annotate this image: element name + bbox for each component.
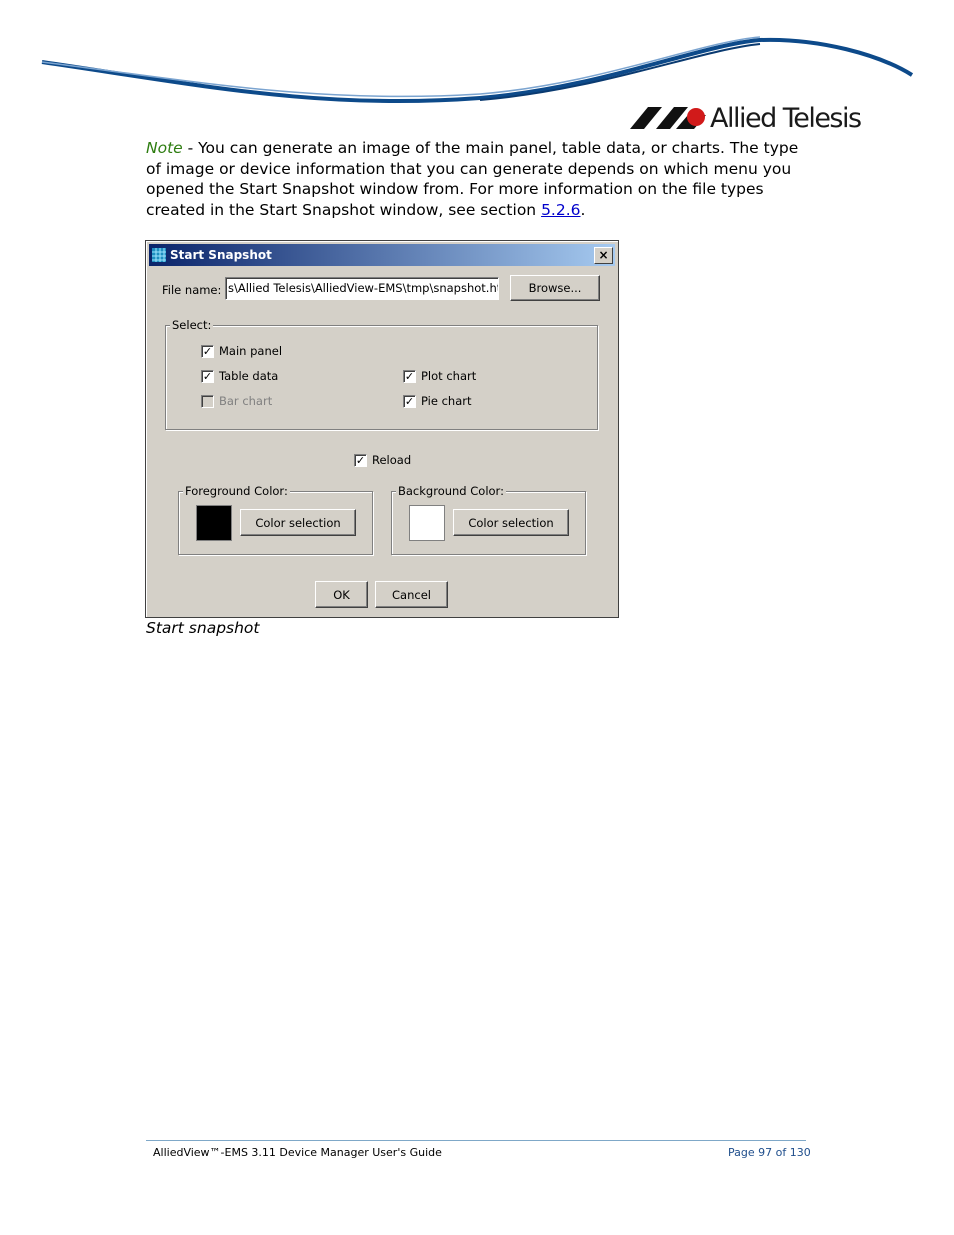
pie-chart-label: Pie chart <box>421 394 472 408</box>
dialog-title: Start Snapshot <box>170 248 272 262</box>
table-data-checkbox[interactable]: ✓ Table data <box>201 369 278 383</box>
foreground-color-label: Foreground Color: <box>183 484 290 498</box>
cancel-button[interactable]: Cancel <box>375 581 448 608</box>
close-icon: × <box>598 248 609 262</box>
file-name-label: File name: <box>162 283 222 297</box>
table-data-label: Table data <box>219 369 279 383</box>
footer-guide-title: AlliedView™-EMS 3.11 Device Manager User… <box>153 1146 442 1159</box>
checkbox-checked-icon: ✓ <box>354 453 367 467</box>
checkbox-checked-icon: ✓ <box>201 369 214 383</box>
allied-telesis-logo-mark-icon <box>630 107 706 129</box>
checkbox-unchecked-icon <box>201 394 214 408</box>
allied-telesis-logo: Allied Telesis <box>630 100 862 136</box>
dialog-titlebar[interactable]: Start Snapshot × <box>149 244 615 266</box>
select-group-label: Select: <box>170 318 214 332</box>
background-color-swatch <box>409 505 445 541</box>
checkbox-checked-icon: ✓ <box>403 369 416 383</box>
background-color-selection-button[interactable]: Color selection <box>453 509 569 536</box>
background-color-label: Background Color: <box>396 484 506 498</box>
plot-chart-checkbox[interactable]: ✓ Plot chart <box>403 369 476 383</box>
footer-page-number: Page 97 of 130 <box>728 1146 811 1159</box>
note-paragraph: Note - You can generate an image of the … <box>146 138 816 220</box>
file-name-input[interactable]: s\Allied Telesis\AlliedView-EMS\tmp\snap… <box>225 277 499 300</box>
logo-text: Allied Telesis <box>710 102 862 134</box>
checkbox-checked-icon: ✓ <box>201 344 214 358</box>
main-panel-label: Main panel <box>219 344 283 358</box>
start-snapshot-dialog: Start Snapshot × File name: s\Allied Tel… <box>145 240 619 618</box>
bar-chart-checkbox: Bar chart <box>201 394 272 408</box>
section-link[interactable]: 5.2.6 <box>541 201 580 219</box>
bar-chart-label: Bar chart <box>219 394 273 408</box>
app-grid-icon <box>152 248 166 262</box>
figure-caption: Start snapshot <box>146 619 260 637</box>
close-button[interactable]: × <box>594 247 613 264</box>
reload-label: Reload <box>372 453 412 467</box>
footer-divider <box>146 1140 806 1141</box>
note-text-before: - You can generate an image of the main … <box>146 139 799 219</box>
browse-button[interactable]: Browse... <box>510 275 600 301</box>
note-label: Note <box>146 139 183 157</box>
reload-checkbox[interactable]: ✓ Reload <box>354 453 411 467</box>
checkbox-checked-icon: ✓ <box>403 394 416 408</box>
main-panel-checkbox[interactable]: ✓ Main panel <box>201 344 282 358</box>
plot-chart-label: Plot chart <box>421 369 477 383</box>
pie-chart-checkbox[interactable]: ✓ Pie chart <box>403 394 472 408</box>
foreground-color-selection-button[interactable]: Color selection <box>240 509 356 536</box>
ok-button[interactable]: OK <box>315 581 368 608</box>
foreground-color-swatch <box>196 505 232 541</box>
note-text-after: . <box>580 200 586 219</box>
